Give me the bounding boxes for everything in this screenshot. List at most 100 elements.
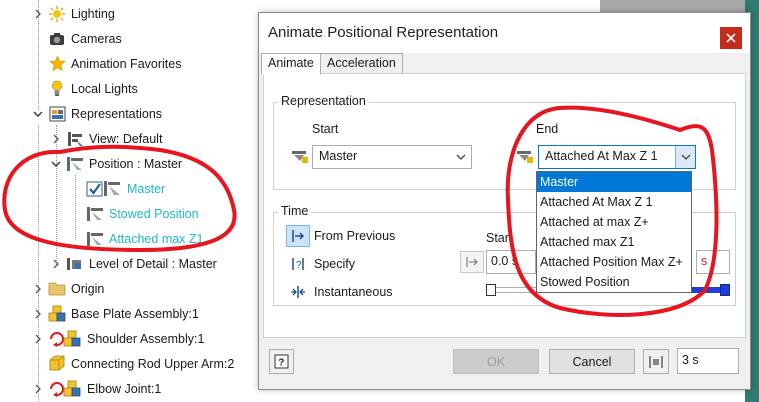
expand-arrow-icon[interactable] [32, 308, 44, 320]
expand-arrow-icon[interactable] [50, 133, 62, 145]
expand-arrow-icon[interactable] [32, 333, 44, 345]
cancel-button[interactable]: Cancel [549, 349, 635, 374]
tree-item-base-plate-assembly[interactable]: Base Plate Assembly:1 [32, 301, 199, 326]
tree-guide-line [75, 175, 76, 240]
collapse-arrow-icon[interactable] [32, 108, 44, 120]
lod-icon [66, 255, 84, 273]
tab-acceleration[interactable]: Acceleration [320, 53, 403, 74]
tree-item-local-lights[interactable]: Local Lights [48, 76, 138, 101]
end-label: End [536, 122, 559, 136]
tree-item-shoulder-assembly[interactable]: Shoulder Assembly:1 [32, 326, 204, 351]
position-rep-small-icon [291, 149, 309, 168]
tree-item-view-default[interactable]: View: Default [50, 126, 162, 151]
time-start-label: Start [486, 231, 513, 245]
tree-item-label: Master [127, 181, 166, 196]
dialog-title: Animate Positional Representation [268, 24, 499, 41]
timeline-end-handle[interactable] [720, 284, 730, 296]
instantaneous-label: Instantaneous [314, 285, 393, 299]
tree-item-label: Lighting [71, 6, 115, 21]
from-previous-label: From Previous [314, 229, 396, 243]
tree-item-animation-favorites[interactable]: Animation Favorites [48, 51, 181, 76]
help-button[interactable]: ? [269, 349, 294, 374]
time-marker-icon [466, 257, 478, 267]
help-icon: ? [274, 354, 289, 369]
tree-item-label: Cameras [71, 31, 122, 46]
end-representation-dropdown-list: Master Attached At Max Z 1 Attached at m… [536, 171, 692, 293]
start-representation-value: Master [319, 149, 358, 163]
chevron-down-icon[interactable] [451, 146, 471, 168]
assembly-rotate-icon [48, 330, 82, 348]
tree-item-label: Base Plate Assembly:1 [71, 306, 199, 321]
lighting-icon [48, 5, 66, 23]
assembly-rotate-icon [48, 380, 82, 398]
specify-button[interactable]: ? [286, 253, 310, 275]
tree-item-label: Shoulder Assembly:1 [87, 331, 205, 346]
pick-start-time-button[interactable] [460, 251, 484, 273]
tree-item-representations[interactable]: Representations [32, 101, 162, 126]
tab-animate[interactable]: Animate [261, 53, 321, 75]
tree-item-label: Level of Detail : Master [89, 256, 217, 271]
position-item-icon [86, 230, 104, 248]
collapse-arrow-icon[interactable] [50, 158, 62, 170]
from-previous-icon [292, 230, 305, 242]
timeline-start-handle[interactable] [486, 284, 496, 296]
tree-item-position-master[interactable]: Position : Master [50, 151, 182, 176]
tree-item-origin[interactable]: Origin [32, 276, 104, 301]
start-label: Start [312, 122, 339, 136]
tree-item-label: View: Default [89, 131, 163, 146]
dropdown-option-attached-at-max-z-plus[interactable]: Attached at max Z+ [537, 212, 691, 232]
view-rep-icon [66, 130, 84, 148]
tree-item-lighting[interactable]: Lighting [32, 1, 115, 26]
folder-icon [48, 280, 66, 298]
chevron-down-icon[interactable] [675, 146, 695, 168]
start-time-input[interactable]: 0.0 s [486, 250, 536, 274]
duration-icon [649, 355, 663, 368]
expand-arrow-icon[interactable] [32, 8, 44, 20]
start-representation-select[interactable]: Master [312, 145, 472, 169]
tree-item-elbow-joint[interactable]: Elbow Joint:1 [32, 376, 161, 401]
representation-group-title: Representation [278, 94, 369, 108]
dialog-titlebar[interactable]: Animate Positional Representation [259, 13, 750, 53]
bulb-icon [48, 80, 66, 98]
part-icon [48, 355, 66, 373]
tree-item-connecting-rod[interactable]: Connecting Rod Upper Arm:2 [48, 351, 234, 376]
svg-text:?: ? [296, 260, 302, 271]
from-previous-button[interactable] [286, 225, 310, 247]
end-representation-select[interactable]: Attached At Max Z 1 [538, 145, 696, 169]
position-item-icon [86, 205, 104, 223]
close-button[interactable] [720, 27, 742, 49]
tree-item-label: Local Lights [71, 81, 138, 96]
dropdown-option-attached-at-max-z-1[interactable]: Attached At Max Z 1 [537, 192, 691, 212]
dropdown-option-master[interactable]: Master [537, 172, 691, 192]
duration-input[interactable]: 3 s [677, 348, 739, 374]
tree-guide-line [38, 125, 39, 402]
ok-button[interactable]: OK [453, 349, 539, 374]
tree-item-level-of-detail[interactable]: Level of Detail : Master [50, 251, 217, 276]
specify-icon: ? [292, 258, 304, 271]
representations-icon [48, 105, 66, 123]
assembly-icon [48, 305, 66, 323]
tree-item-attached-max-z1[interactable]: Attached max Z1 [86, 226, 204, 251]
svg-text:?: ? [278, 358, 284, 369]
playback-duration-button[interactable] [643, 349, 669, 374]
tree-item-cameras[interactable]: Cameras [48, 26, 122, 51]
expand-arrow-icon[interactable] [32, 283, 44, 295]
dropdown-option-attached-max-z1[interactable]: Attached max Z1 [537, 232, 691, 252]
expand-arrow-icon[interactable] [32, 383, 44, 395]
specify-label: Specify [314, 257, 355, 271]
dropdown-option-stowed-position[interactable]: Stowed Position [537, 272, 691, 292]
tree-item-label: Position : Master [89, 156, 183, 171]
time-group-title: Time [278, 204, 312, 218]
tree-item-stowed-position[interactable]: Stowed Position [86, 201, 199, 226]
expand-arrow-icon[interactable] [50, 258, 62, 270]
instantaneous-button[interactable] [286, 281, 310, 303]
tree-item-label: Representations [71, 106, 163, 121]
instantaneous-icon [291, 286, 305, 298]
tree-item-position-master-active[interactable]: Master [86, 176, 165, 201]
tree-item-label: Elbow Joint:1 [87, 381, 162, 396]
camera-icon [48, 30, 66, 48]
dropdown-option-attached-position-max-z-plus[interactable]: Attached Position Max Z+ [537, 252, 691, 272]
position-rep-icon [66, 155, 84, 173]
dialog-button-bar: ? OK Cancel 3 s [259, 338, 750, 391]
end-time-input[interactable]: s [696, 250, 730, 274]
